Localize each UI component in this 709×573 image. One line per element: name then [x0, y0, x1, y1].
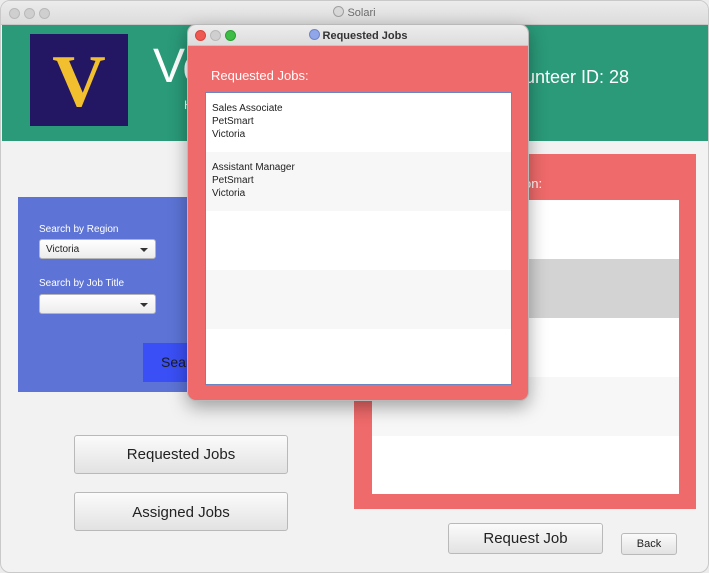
list-item[interactable]: Assistant Manager PetSmart Victoria	[206, 152, 511, 211]
window-title: Solari	[1, 6, 708, 19]
requested-jobs-popup: Requested Jobs Requested Jobs: Sales Ass…	[187, 24, 529, 401]
chevron-down-icon	[140, 248, 148, 252]
logo: V	[30, 34, 128, 126]
list-item-empty[interactable]	[206, 211, 511, 270]
job-location: Victoria	[212, 129, 246, 140]
requested-jobs-list[interactable]: Sales Associate PetSmart Victoria Assist…	[205, 92, 512, 385]
job-company: PetSmart	[212, 116, 254, 127]
back-button[interactable]: Back	[621, 533, 677, 555]
job-location: Victoria	[212, 188, 246, 199]
job-title: Sales Associate	[212, 103, 283, 114]
job-company: PetSmart	[212, 175, 254, 186]
assigned-jobs-button[interactable]: Assigned Jobs	[74, 492, 288, 531]
job-title-label: Search by Job Title	[39, 278, 125, 289]
window-title-text: Solari	[347, 7, 376, 19]
popup-title: Requested Jobs	[188, 29, 528, 42]
region-dropdown[interactable]: Victoria	[39, 239, 156, 259]
requested-jobs-heading: Requested Jobs:	[211, 68, 309, 83]
globe-icon	[308, 29, 320, 40]
search-button[interactable]: Sear	[143, 343, 193, 382]
main-titlebar[interactable]: Solari	[1, 1, 708, 25]
list-item[interactable]: Sales Associate PetSmart Victoria	[206, 93, 511, 152]
list-item-empty[interactable]	[206, 270, 511, 329]
chevron-down-icon	[140, 303, 148, 307]
list-item[interactable]	[372, 436, 679, 494]
popup-titlebar[interactable]: Requested Jobs	[188, 25, 528, 46]
request-job-button[interactable]: Request Job	[448, 523, 603, 554]
globe-icon	[333, 6, 345, 17]
job-title: Assistant Manager	[212, 162, 295, 173]
list-item-empty[interactable]	[206, 329, 511, 384]
region-label: Search by Region	[39, 224, 119, 235]
logo-letter: V	[52, 41, 106, 123]
job-title-dropdown[interactable]	[39, 294, 156, 314]
requested-jobs-button[interactable]: Requested Jobs	[74, 435, 288, 474]
popup-title-text: Requested Jobs	[322, 30, 408, 42]
region-dropdown-value: Victoria	[46, 244, 80, 255]
search-panel: Search by Region Victoria Search by Job …	[18, 197, 193, 392]
